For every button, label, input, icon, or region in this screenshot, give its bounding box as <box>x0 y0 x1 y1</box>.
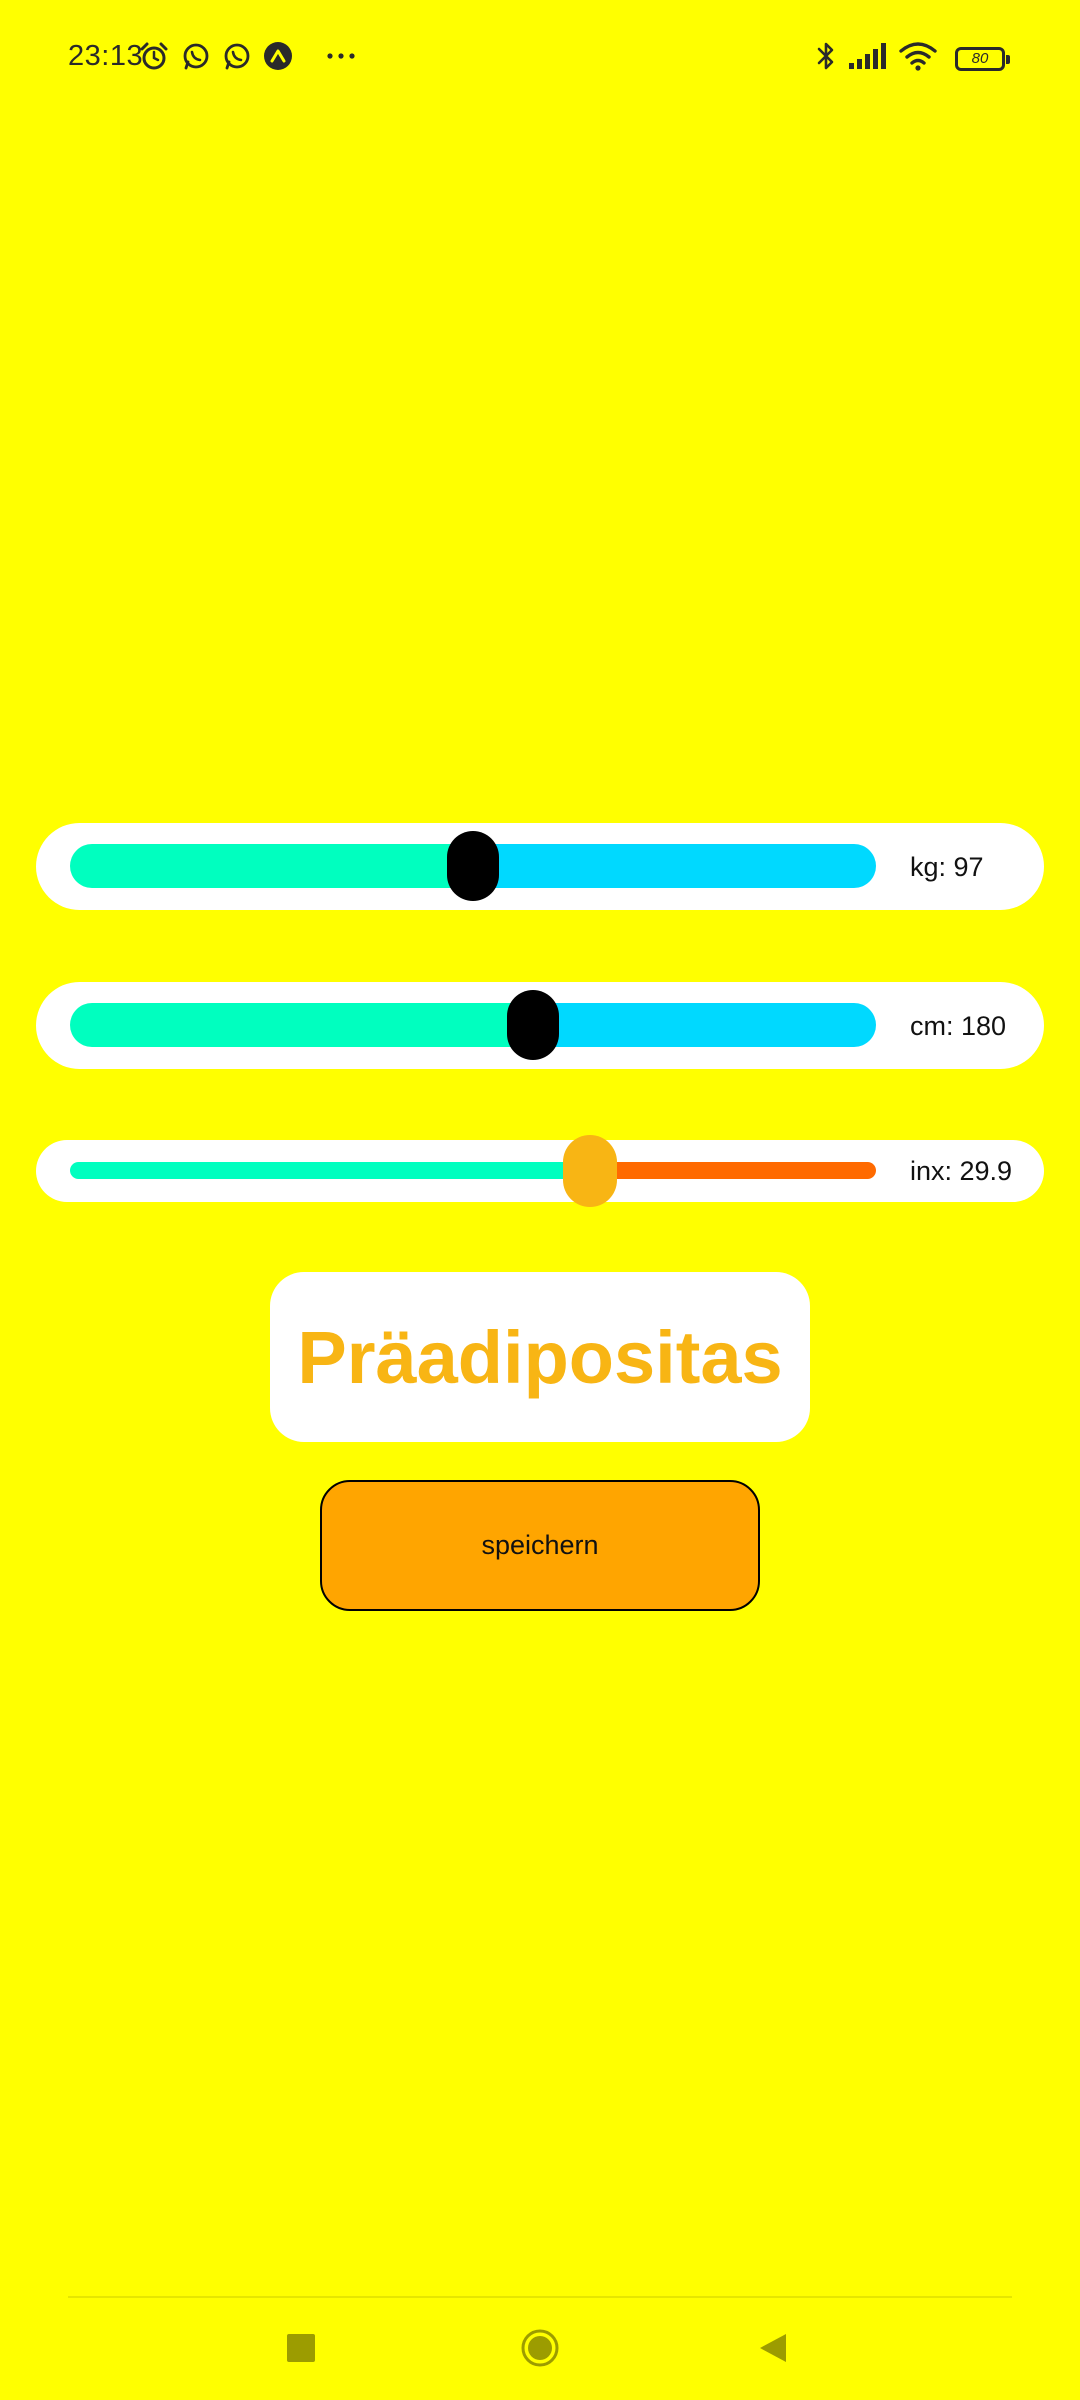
weight-value: kg: 97 <box>910 852 984 882</box>
back-icon <box>758 2333 788 2368</box>
status-bar: 23:13 80 <box>0 0 1080 116</box>
app-notification-icon <box>263 41 293 71</box>
weight-slider-card: kg: 97 <box>36 823 1044 910</box>
battery-icon: 80 <box>955 46 1010 71</box>
nav-divider <box>68 2296 1012 2298</box>
notification-icons <box>138 40 356 72</box>
system-icons: 80 <box>815 40 1010 77</box>
battery-level: 80 <box>971 50 989 67</box>
navigation-bar <box>0 2300 1080 2400</box>
wifi-icon <box>899 41 937 76</box>
height-slider[interactable] <box>70 1003 876 1047</box>
status-time: 23:13 <box>68 40 144 72</box>
recent-apps-icon <box>287 2333 315 2367</box>
index-slider[interactable] <box>70 1162 876 1179</box>
recent-apps-button[interactable] <box>241 2300 361 2400</box>
index-slider-card: inx: 29.9 <box>36 1135 1044 1207</box>
index-value: inx: 29.9 <box>910 1156 1013 1186</box>
home-button[interactable] <box>480 2300 600 2400</box>
height-slider-fill <box>70 1003 534 1047</box>
index-slider-track <box>589 1162 876 1179</box>
index-slider-fill <box>70 1162 590 1179</box>
save-button[interactable]: speichern <box>320 1480 760 1611</box>
more-notifications-icon <box>326 52 356 60</box>
weight-slider-track <box>473 844 876 888</box>
alarm-icon <box>138 40 170 72</box>
whatsapp-icon <box>181 41 211 71</box>
index-slider-thumb[interactable] <box>562 1135 617 1207</box>
weight-slider-thumb[interactable] <box>447 831 499 901</box>
bluetooth-icon <box>815 40 837 77</box>
home-icon <box>520 2328 560 2373</box>
signal-icon <box>849 43 887 74</box>
height-value: cm: 180 <box>910 1011 1007 1041</box>
back-button[interactable] <box>713 2300 833 2400</box>
whatsapp-icon <box>222 41 252 71</box>
height-slider-card: cm: 180 <box>36 982 1044 1069</box>
height-slider-thumb[interactable] <box>507 990 560 1060</box>
result-category: Präadipositas <box>297 1315 783 1399</box>
height-slider-track <box>533 1003 876 1047</box>
weight-slider-fill <box>70 844 473 888</box>
result-card: Präadipositas <box>270 1272 810 1442</box>
